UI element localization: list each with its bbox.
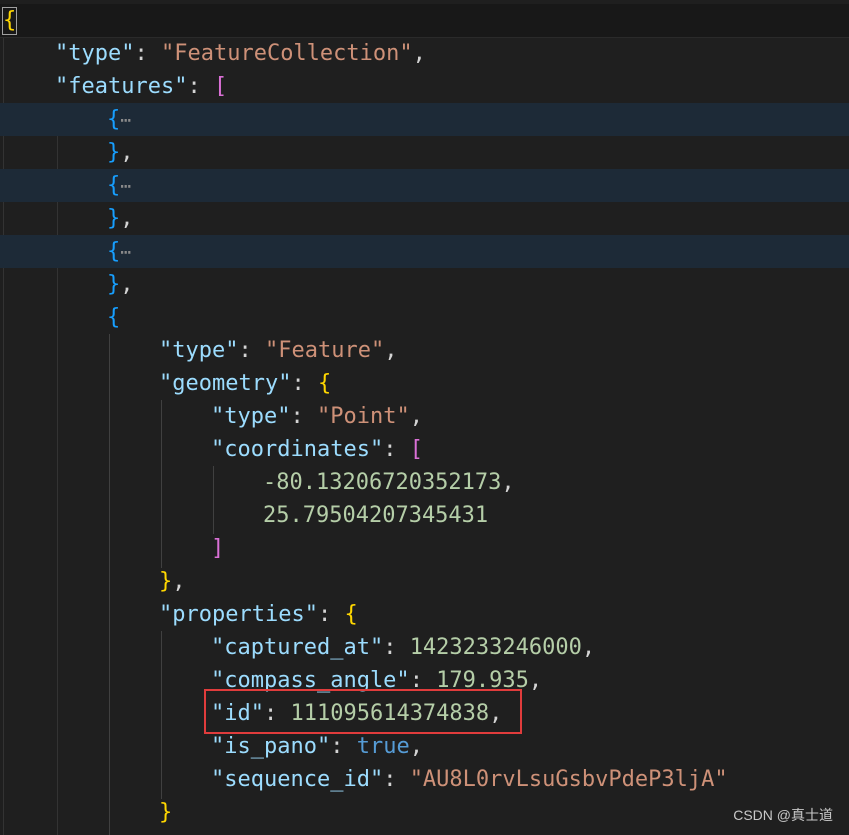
json-number: 1423233246000 [409,635,582,660]
fold-close-brace: } [107,272,121,297]
fold-ellipsis-icon[interactable]: ⋯ [120,176,131,197]
json-string: "Feature" [264,338,385,363]
code-line[interactable]: "type": "FeatureCollection", [0,37,849,70]
code-line[interactable]: { [0,301,849,334]
colon: : [187,74,214,99]
feature-open-brace: { [107,305,121,330]
code-line[interactable]: "captured_at": 1423233246000, [0,631,849,664]
code-line[interactable]: "sequence_id": "AU8L0rvLsuGsbvPdeP3ljA" [0,763,849,796]
fold-ellipsis-icon[interactable]: ⋯ [120,242,131,263]
folded-line[interactable]: {⋯ [0,169,849,202]
fold-open-brace: { [107,239,121,264]
comma: , [409,404,423,429]
colon: : [383,767,410,792]
fold-ellipsis-icon[interactable]: ⋯ [120,110,131,131]
code-line[interactable]: } [0,796,849,829]
json-key: "type" [159,338,239,363]
comma: , [409,734,423,759]
fold-close-brace: } [107,206,121,231]
folded-line[interactable]: {⋯ [0,103,849,136]
geometry-close-brace: } [159,569,173,594]
coordinates-open-bracket: [ [409,437,423,462]
fold-open-brace: { [107,173,121,198]
code-line[interactable]: -80.13206720352173, [0,466,849,499]
json-number: 25.79504207345431 [263,503,489,528]
fold-open-brace: { [107,107,121,132]
code-line[interactable]: "coordinates": [ [0,433,849,466]
code-line[interactable]: }, [0,202,849,235]
folded-line[interactable]: {⋯ [0,235,849,268]
json-string: "AU8L0rvLsuGsbvPdeP3ljA" [409,767,728,792]
code-line[interactable]: ] [0,532,849,565]
json-key: "sequence_id" [211,767,384,792]
code-line[interactable]: { [0,4,849,38]
code-line[interactable]: "type": "Feature", [0,334,849,367]
highlight-box [204,689,522,734]
comma: , [172,569,186,594]
features-open-bracket: [ [213,74,228,99]
properties-open-brace: { [344,602,358,627]
comma: , [528,668,543,693]
colon: : [134,41,161,66]
code-line[interactable]: }, [0,565,849,598]
json-key: "coordinates" [211,437,384,462]
colon: : [317,602,345,627]
comma: , [120,140,134,165]
json-key: "features" [55,74,188,99]
comma: , [501,470,515,495]
code-line[interactable]: }, [0,268,849,301]
code-editor[interactable]: { "type": "FeatureCollection", "features… [0,0,849,835]
colon: : [383,635,410,660]
comma: , [384,338,398,363]
json-key: "geometry" [159,371,292,396]
code-line[interactable]: "type": "Point", [0,400,849,433]
json-string: "FeatureCollection" [160,41,413,66]
json-key: "is_pano" [211,734,331,759]
properties-close-brace: } [159,800,173,825]
comma: , [120,272,134,297]
fold-close-brace: } [107,140,121,165]
coordinates-close-bracket: ] [211,536,225,561]
colon: : [330,734,357,759]
root-open-brace: { [1,7,18,35]
json-key: "type" [211,404,291,429]
json-key: "captured_at" [211,635,384,660]
comma: , [412,41,426,66]
colon: : [238,338,265,363]
watermark: CSDN @真士道 [733,807,833,823]
geometry-open-brace: { [317,371,332,396]
code-line[interactable]: "features": [ [0,70,849,103]
json-key: "properties" [159,602,318,627]
json-boolean: true [356,734,410,759]
colon: : [383,437,410,462]
code-line[interactable]: "properties": { [0,598,849,631]
json-string: "Point" [316,404,410,429]
json-number: -80.13206720352173 [263,470,502,495]
code-line[interactable]: 25.79504207345431 [0,499,849,532]
comma: , [120,206,134,231]
code-line[interactable]: "is_pano": true, [0,730,849,763]
comma: , [581,635,596,660]
json-key: "type" [55,41,135,66]
colon: : [291,371,318,396]
code-line[interactable]: }, [0,136,849,169]
code-line[interactable]: "geometry": { [0,367,849,400]
colon: : [290,404,317,429]
